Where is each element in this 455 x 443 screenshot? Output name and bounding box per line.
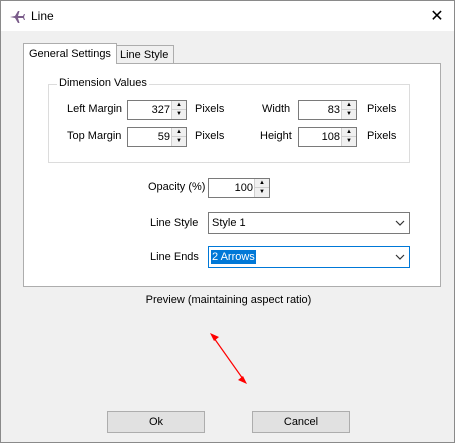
- spin-up-button[interactable]: ▲: [172, 101, 186, 110]
- spin-up-button[interactable]: ▲: [255, 179, 269, 188]
- spin-down-button[interactable]: ▼: [342, 110, 356, 119]
- preview-label: Preview (maintaining aspect ratio): [145, 294, 312, 306]
- chevron-down-icon: [395, 254, 405, 260]
- spinner-buttons: ▲ ▼: [341, 101, 356, 119]
- line-style-label: Line Style: [150, 217, 199, 229]
- dimension-values-group: Dimension Values Left Margin 327 ▲ ▼ Pix…: [48, 77, 410, 163]
- general-settings-panel: Dimension Values Left Margin 327 ▲ ▼ Pix…: [23, 63, 441, 287]
- width-spinner[interactable]: 83 ▲ ▼: [298, 100, 357, 120]
- group-legend: Dimension Values: [57, 77, 149, 89]
- spin-up-button[interactable]: ▲: [342, 101, 356, 110]
- tab-label: General Settings: [29, 48, 111, 60]
- line-ends-label: Line Ends: [150, 251, 199, 263]
- line-ends-select[interactable]: 2 Arrows: [208, 246, 410, 268]
- height-unit: Pixels: [367, 130, 397, 142]
- line-style-value: Style 1: [212, 217, 246, 229]
- window-title: Line: [31, 9, 54, 23]
- top-margin-value: 59: [157, 131, 170, 143]
- line-ends-value: 2 Arrows: [211, 250, 256, 264]
- spin-down-button[interactable]: ▼: [342, 137, 356, 146]
- cancel-button[interactable]: Cancel: [252, 411, 350, 433]
- arrow-start-icon: [210, 333, 219, 341]
- ok-button[interactable]: Ok: [107, 411, 205, 433]
- spinner-buttons: ▲ ▼: [341, 128, 356, 146]
- close-icon: ✕: [430, 8, 444, 25]
- tab-label: Line Style: [120, 49, 169, 61]
- left-margin-value: 327: [151, 104, 170, 116]
- height-value: 108: [321, 131, 340, 143]
- spinner-buttons: ▲ ▼: [171, 101, 186, 119]
- spin-up-button[interactable]: ▲: [342, 128, 356, 137]
- top-margin-unit: Pixels: [195, 130, 225, 142]
- left-margin-unit: Pixels: [195, 103, 225, 115]
- app-icon: [10, 11, 25, 23]
- line-style-select[interactable]: Style 1: [208, 212, 410, 234]
- spin-up-button[interactable]: ▲: [172, 128, 186, 137]
- arrow-end-icon: [238, 376, 247, 384]
- spinner-buttons: ▲ ▼: [254, 179, 269, 197]
- opacity-spinner[interactable]: 100 ▲ ▼: [208, 178, 270, 198]
- top-margin-label: Top Margin: [67, 130, 122, 142]
- opacity-value: 100: [234, 182, 253, 194]
- spin-down-button[interactable]: ▼: [172, 137, 186, 146]
- left-margin-spinner[interactable]: 327 ▲ ▼: [127, 100, 187, 120]
- line-dialog: Line ✕ General Settings Line Style Dimen…: [0, 0, 455, 443]
- line-preview: [210, 333, 247, 384]
- spin-down-button[interactable]: ▼: [172, 110, 186, 119]
- width-value: 83: [327, 104, 340, 116]
- width-label: Width: [262, 103, 291, 115]
- height-label: Height: [260, 130, 292, 142]
- close-button[interactable]: ✕: [420, 1, 454, 31]
- top-margin-spinner[interactable]: 59 ▲ ▼: [127, 127, 187, 147]
- tab-general-settings[interactable]: General Settings: [23, 43, 117, 64]
- tab-line-style[interactable]: Line Style: [114, 45, 175, 64]
- chevron-down-icon: [395, 220, 405, 226]
- spinner-buttons: ▲ ▼: [171, 128, 186, 146]
- height-spinner[interactable]: 108 ▲ ▼: [298, 127, 357, 147]
- title-bar[interactable]: Line ✕: [1, 1, 454, 31]
- spin-down-button[interactable]: ▼: [255, 188, 269, 197]
- left-margin-label: Left Margin: [67, 103, 123, 115]
- opacity-label: Opacity (%): [148, 181, 206, 193]
- width-unit: Pixels: [367, 103, 397, 115]
- preview-line: [213, 337, 244, 380]
